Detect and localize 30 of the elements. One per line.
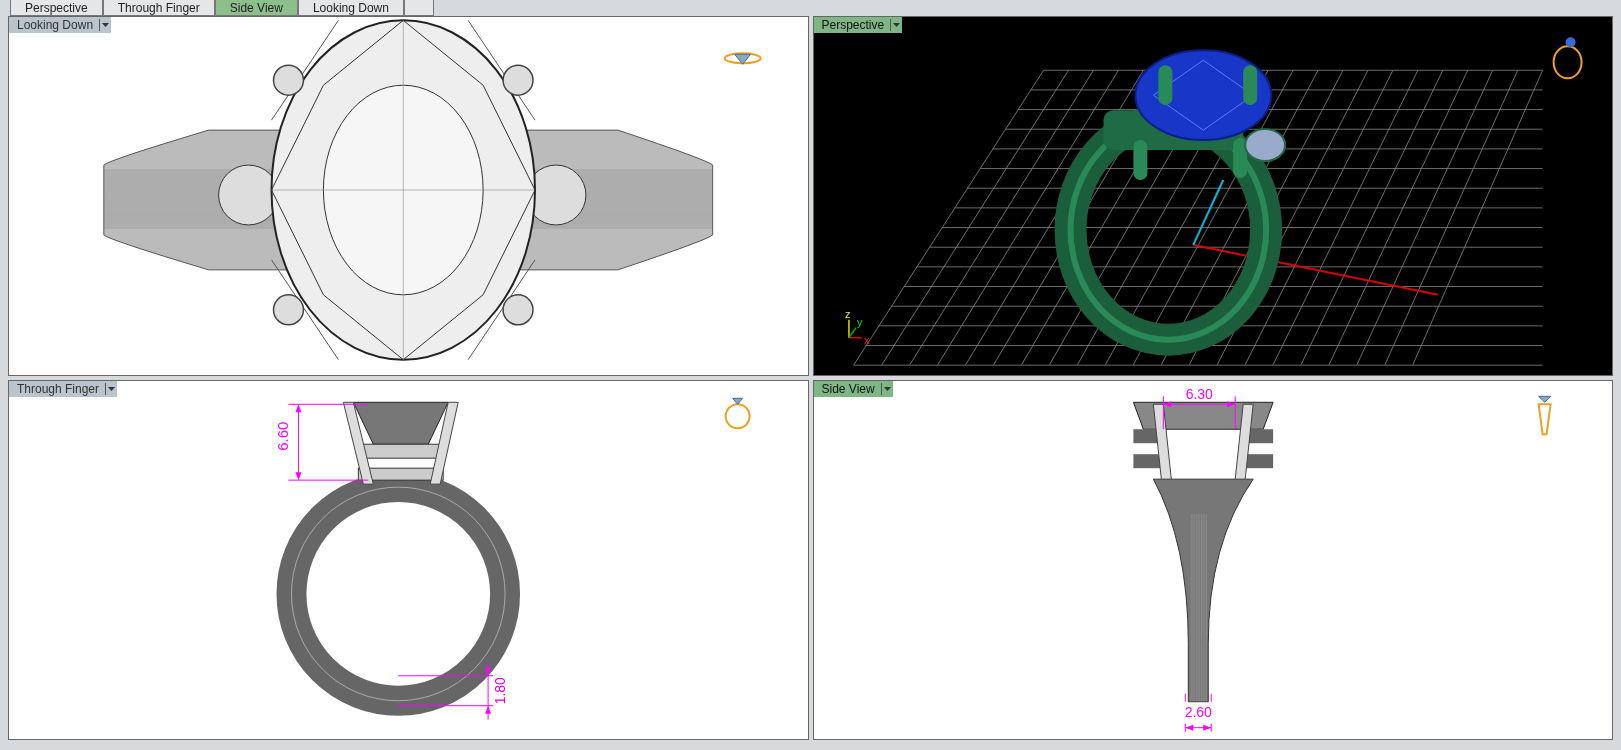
new-tab-button[interactable]	[403, 0, 434, 16]
dimension-line	[1184, 693, 1212, 703]
caret-icon	[890, 19, 903, 31]
view-tab[interactable]: Perspective	[10, 0, 103, 16]
viewport[interactable]: Through Finger 6.60 1.80	[8, 380, 809, 740]
viewport-label[interactable]: Through Finger	[9, 381, 118, 397]
viewport-label[interactable]: Looking Down	[9, 17, 112, 33]
dimension-line	[1184, 723, 1212, 733]
viewport[interactable]: Looking Down	[8, 16, 809, 376]
axis-label: x	[863, 333, 869, 346]
axis-label: y	[856, 315, 862, 328]
caret-icon	[880, 383, 893, 395]
ring-navigation-icon[interactable]	[1537, 395, 1552, 436]
view-tab[interactable]: Side View	[214, 0, 298, 16]
ring-navigation-icon[interactable]	[723, 52, 762, 65]
dimension-value: 6.60	[274, 421, 292, 451]
dimension-value: 1.80	[492, 677, 509, 705]
caret-icon	[99, 19, 112, 31]
caret-icon	[105, 383, 118, 395]
viewport[interactable]: Perspective x y z	[812, 16, 1613, 376]
view-tab[interactable]: Looking Down	[297, 0, 404, 16]
viewport-label[interactable]: Side View	[813, 381, 893, 397]
ring-navigation-icon[interactable]	[1552, 37, 1583, 80]
axis-indicator-icon	[847, 319, 863, 339]
viewport[interactable]: Side View 6.30 2.60	[812, 380, 1613, 740]
viewport-label[interactable]: Perspective	[813, 17, 903, 33]
dimension-value: 6.30	[1185, 386, 1213, 403]
dimension-value: 2.60	[1184, 703, 1212, 720]
axis-label: z	[844, 307, 850, 320]
view-tab[interactable]: Through Finger	[102, 0, 215, 16]
